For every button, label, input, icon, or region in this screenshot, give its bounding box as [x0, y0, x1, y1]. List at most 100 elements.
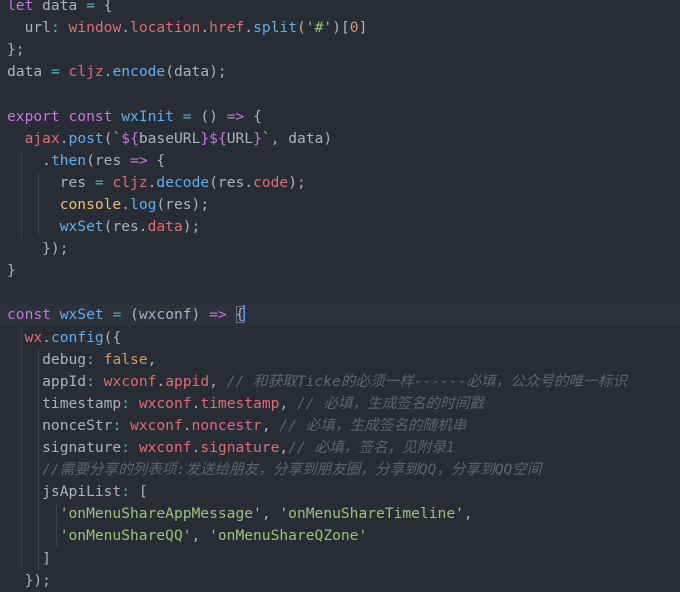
- code-line[interactable]: debug: false,: [0, 349, 680, 371]
- code-token: }: [7, 262, 16, 280]
- code-token: (res.: [103, 218, 148, 235]
- code-line[interactable]: export const wxInit = () => {: [0, 106, 680, 128]
- code-token: location: [130, 19, 201, 37]
- code-token: // 必填，生成签名的随机串: [279, 416, 467, 434]
- code-token: url: [7, 19, 51, 37]
- code-token: ]: [7, 549, 51, 567]
- code-token: =: [94, 173, 104, 191]
- code-token: .: [200, 19, 210, 37]
- code-token: 'onMenuShareTimeline': [279, 505, 464, 523]
- code-token: export: [7, 107, 60, 125]
- code-token: :: [86, 372, 95, 390]
- code-token: );: [182, 218, 201, 235]
- code-token: // 必填，生成签名的时间戳: [297, 394, 484, 412]
- code-line[interactable]: let data = {: [0, 0, 680, 17]
- code-token: appId: [7, 372, 87, 390]
- code-token: {: [147, 151, 166, 169]
- code-token: console: [59, 195, 122, 213]
- code-token: :: [50, 19, 60, 37]
- code-line[interactable]: nonceStr: wxconf.noncestr, // 必填，生成签名的随机…: [0, 415, 680, 437]
- code-token: cljz: [68, 63, 104, 81]
- code-line[interactable]: data = cljz.encode(data);: [0, 61, 680, 83]
- code-token: wx: [24, 328, 43, 346]
- code-token: .: [59, 129, 69, 147]
- code-token: .: [121, 19, 131, 37]
- code-line[interactable]: ]: [0, 548, 680, 570]
- code-editor[interactable]: let data = { url: window.location.href.s…: [0, 0, 680, 592]
- code-token: =>: [209, 306, 227, 324]
- code-line[interactable]: //需要分享的列表项:发送给朋友，分享到朋友圈，分享到QQ，分享到QQ空间: [0, 459, 680, 481]
- code-line[interactable]: };: [0, 39, 680, 61]
- code-token: [: [130, 483, 148, 501]
- code-token: data: [7, 63, 51, 81]
- code-line[interactable]: timestamp: wxconf.timestamp, // 必填，生成签名的…: [0, 393, 680, 415]
- code-line[interactable]: jsApiList: [: [0, 481, 680, 503]
- code-token: let: [7, 0, 34, 14]
- code-token: :: [86, 350, 95, 368]
- code-token: data: [33, 0, 87, 14]
- code-token: :: [112, 416, 122, 434]
- code-line[interactable]: }: [0, 260, 680, 282]
- code-line[interactable]: res = cljz.decode(res.code);: [0, 172, 680, 194]
- code-token: // 和获取Ticke的必须一样------必填，公众号的唯一标识: [226, 372, 627, 390]
- code-token: ,: [209, 372, 227, 390]
- code-line[interactable]: console.log(res);: [0, 194, 680, 216]
- code-token: (res.: [209, 173, 254, 191]
- code-token: .: [7, 151, 51, 169]
- code-token: debug: [7, 350, 87, 368]
- code-token: then: [50, 151, 87, 169]
- code-token: ajax: [24, 129, 60, 147]
- code-token: noncestr: [191, 416, 262, 434]
- code-token: 'onMenuShareQZone': [209, 527, 368, 545]
- code-token: post: [68, 129, 104, 147]
- code-token: =: [182, 107, 192, 125]
- code-line[interactable]: });: [0, 570, 680, 592]
- code-line[interactable]: wxSet(res.data);: [0, 216, 680, 238]
- code-token: (: [297, 19, 306, 37]
- code-line[interactable]: });: [0, 238, 680, 260]
- code-line[interactable]: wx.config({: [0, 327, 680, 349]
- code-token: (): [191, 107, 227, 125]
- code-token: ,: [279, 394, 297, 412]
- code-line[interactable]: const wxSet = (wxconf) => {: [0, 304, 680, 327]
- code-token: {: [94, 0, 113, 14]
- code-token: URL: [226, 129, 254, 147]
- code-token: ({: [103, 328, 122, 346]
- code-line[interactable]: [0, 282, 680, 304]
- code-line[interactable]: [0, 83, 680, 105]
- code-token: signature: [7, 439, 122, 456]
- code-line[interactable]: appId: wxconf.appid, // 和获取Ticke的必须一样---…: [0, 371, 680, 393]
- code-token: }: [253, 129, 262, 147]
- code-token: .: [182, 416, 192, 434]
- code-line[interactable]: 'onMenuShareQQ', 'onMenuShareQZone': [0, 525, 680, 547]
- code-line[interactable]: ajax.post(`${baseURL}${URL}`, data): [0, 128, 680, 150]
- code-token: wxconf: [130, 416, 183, 434]
- code-token: 0: [349, 19, 359, 37]
- code-line[interactable]: url: window.location.href.split('#')[0]: [0, 17, 680, 39]
- code-token: });: [7, 571, 51, 589]
- code-token: :: [121, 394, 131, 412]
- code-token: =>: [226, 107, 245, 125]
- text-cursor: [243, 305, 246, 323]
- code-token: href: [209, 19, 245, 37]
- code-token: (res: [86, 151, 131, 169]
- code-token: =>: [130, 151, 148, 169]
- code-line[interactable]: signature: wxconf.signature,// 必填，签名，见附录…: [0, 437, 680, 459]
- code-line[interactable]: .then(res => {: [0, 150, 680, 172]
- code-line[interactable]: 'onMenuShareAppMessage', 'onMenuShareTim…: [0, 503, 680, 525]
- code-token: (data);: [165, 63, 227, 81]
- code-token: window: [68, 19, 122, 37]
- code-token: timestamp: [200, 394, 280, 412]
